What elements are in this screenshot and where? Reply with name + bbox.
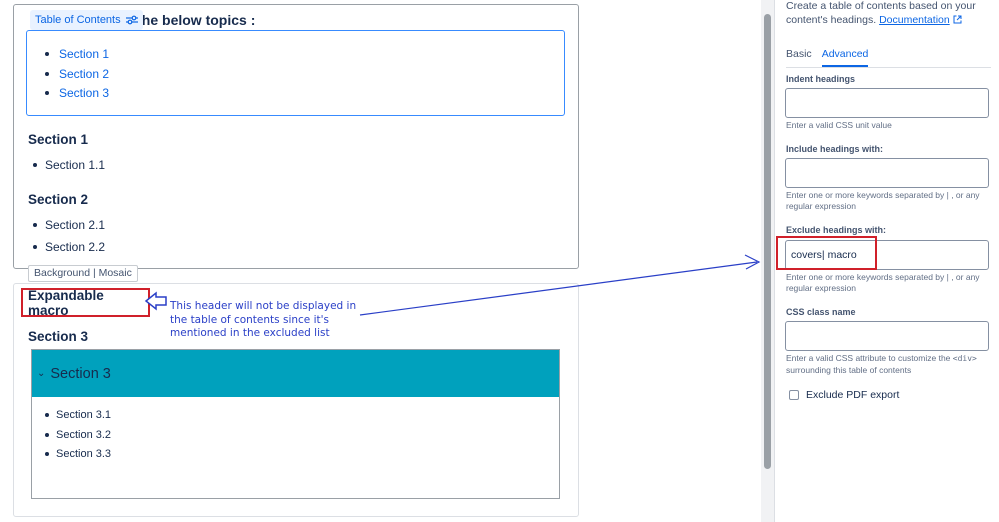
pointer-arrow-head [744, 254, 761, 270]
section-heading: Section 1 [28, 132, 89, 147]
settings-sliders-icon[interactable] [125, 15, 138, 25]
css-help-after: surrounding this table of contents [786, 364, 912, 375]
background-mosaic-tag[interactable]: Background | Mosaic [28, 265, 138, 282]
section-heading: Section 2 [28, 192, 89, 207]
scrollbar-thumb[interactable] [764, 14, 771, 469]
expandable-macro-heading: Expandable macro [21, 287, 150, 318]
indent-input[interactable] [785, 88, 989, 118]
list-item: Section 1.1 [33, 157, 105, 173]
panel-description: Create a table of contents based on your… [786, 0, 991, 27]
css-help-code: <div> [952, 354, 977, 363]
exclude-pdf-label: Exclude PDF export [806, 389, 900, 401]
list-item: Section 2.2 [33, 239, 105, 255]
include-input[interactable] [785, 158, 989, 188]
panel-tabs: Basic Advanced [786, 48, 869, 67]
exclude-pdf-row[interactable]: Exclude PDF export [789, 389, 899, 401]
toc-macro-box[interactable]: Section 1 Section 2 Section 3 [26, 30, 565, 116]
css-class-help: Enter a valid CSS attribute to customize… [786, 353, 986, 375]
list-item: Section 2.1 [33, 217, 105, 233]
list-item: Section 3.2 [42, 428, 111, 448]
expand-macro: ⌄ Section 3 Section 3.1 Section 3.2 Sect… [31, 349, 560, 499]
toc-link[interactable]: Section 3 [45, 85, 109, 105]
list-item: Section 3.1 [42, 408, 111, 428]
toc-link[interactable]: Section 1 [45, 46, 109, 66]
list-item: Section 3.3 [42, 447, 111, 467]
external-link-icon[interactable] [953, 14, 962, 26]
include-label: Include headings with: [786, 144, 884, 154]
exclude-help: Enter one or more keywords separated by … [786, 272, 980, 293]
css-help-before: Enter a valid CSS attribute to customize… [786, 353, 953, 363]
expand-content-list: Section 3.1 Section 3.2 Section 3.3 [42, 408, 111, 467]
documentation-link[interactable]: Documentation [879, 14, 950, 26]
exclude-input[interactable] [785, 240, 989, 270]
tab-advanced[interactable]: Advanced [821, 48, 869, 67]
tab-basic[interactable]: Basic [786, 48, 812, 67]
exclude-label: Exclude headings with: [786, 225, 887, 235]
toc-label-text: Table of Contents [35, 14, 121, 26]
indent-label: Indent headings [786, 74, 856, 84]
expand-title: Section 3 [50, 365, 111, 382]
exclude-pdf-checkbox[interactable] [789, 390, 799, 400]
tabs-underline [786, 67, 991, 68]
chevron-down-icon[interactable]: ⌄ [37, 368, 45, 379]
css-class-label: CSS class name [786, 307, 856, 317]
include-help: Enter one or more keywords separated by … [786, 190, 980, 211]
toc-macro-label[interactable]: Table of Contents [30, 10, 143, 30]
section-heading: Section 3 [28, 329, 89, 344]
expandable-macro-text: Expandable macro [28, 287, 104, 318]
annotation-note: This header will not be displayed in the… [170, 300, 357, 339]
toc-link[interactable]: Section 2 [45, 66, 109, 86]
expand-toggle[interactable]: ⌄ Section 3 [32, 350, 559, 397]
toc-list: Section 1 Section 2 Section 3 [45, 46, 109, 105]
css-class-input[interactable] [785, 321, 989, 351]
indent-help: Enter a valid CSS unit value [786, 120, 892, 130]
